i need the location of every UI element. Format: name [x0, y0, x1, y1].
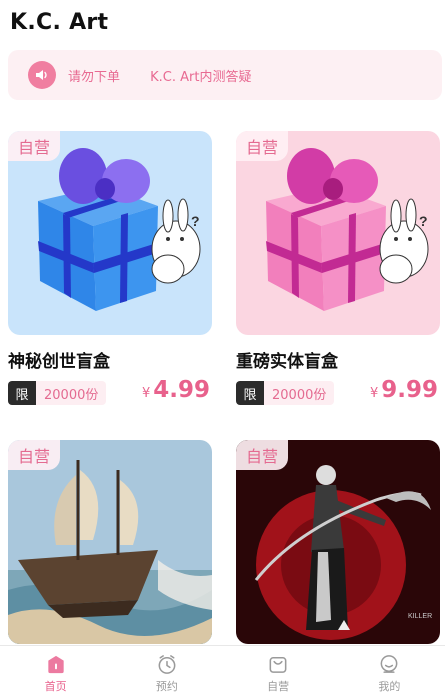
tab-label: 我的	[378, 680, 401, 693]
product-name: 神秘创世盲盒	[8, 352, 110, 372]
product-card[interactable]: ? 自营 神秘创世盲盒 限 20000份 ¥4.99	[8, 131, 212, 411]
tab-reserve[interactable]: 预约	[111, 646, 222, 694]
limit-quantity: 20000份	[36, 381, 107, 405]
notice-bar[interactable]: ē批，请勿下单 K.C. Art内测答疑	[8, 50, 442, 100]
notice-marquee: ē批，请勿下单 K.C. Art内测答疑	[68, 66, 428, 86]
self-operated-tag: 自营	[8, 440, 60, 470]
tab-label: 首页	[44, 680, 67, 693]
svg-text:?: ?	[419, 213, 428, 229]
price-value: 4.99	[153, 377, 210, 403]
product-price: ¥9.99	[370, 377, 438, 403]
product-card[interactable]: KILLER 自营	[236, 440, 440, 644]
product-price: ¥4.99	[142, 377, 210, 403]
product-name: 重磅实体盲盒	[236, 352, 338, 372]
limit-badge: 限	[236, 381, 264, 405]
limit-row: 限 20000份	[236, 381, 335, 405]
notice-message: ē批，请勿下单	[68, 70, 120, 85]
notice-message: K.C. Art内测答疑	[150, 70, 252, 85]
home-icon	[47, 655, 64, 674]
product-image[interactable]: 自营	[8, 440, 212, 644]
svg-text:?: ?	[191, 213, 200, 229]
product-card[interactable]: 自营	[8, 440, 212, 644]
self-operated-tag: 自营	[236, 440, 288, 470]
currency-symbol: ¥	[369, 386, 379, 401]
limit-quantity: 20000份	[264, 381, 335, 405]
product-image[interactable]: ? 自营	[236, 131, 440, 335]
clock-icon	[158, 655, 176, 674]
tab-self-operated[interactable]: 自营	[223, 646, 334, 694]
speaker-icon	[28, 61, 56, 89]
self-operated-tag: 自营	[236, 131, 288, 161]
limit-badge: 限	[8, 381, 36, 405]
limit-row: 限 20000份	[8, 381, 107, 405]
user-icon	[380, 655, 398, 673]
bag-icon	[269, 657, 287, 673]
product-card[interactable]: ? 自营 重磅实体盲盒 限 20000份 ¥9.99	[236, 131, 440, 411]
product-image[interactable]: KILLER 自营	[236, 440, 440, 644]
price-value: 9.99	[381, 377, 438, 403]
bottom-tab-bar: 首页 预约 自营 我的	[0, 645, 445, 694]
tab-home[interactable]: 首页	[0, 646, 111, 694]
tab-mine[interactable]: 我的	[334, 646, 445, 694]
tab-label: 预约	[155, 680, 178, 693]
artwork-caption: KILLER	[408, 613, 432, 620]
page-title: K.C. Art	[10, 10, 109, 35]
currency-symbol: ¥	[141, 386, 151, 401]
tab-label: 自营	[267, 680, 290, 693]
product-image[interactable]: ? 自营	[8, 131, 212, 335]
self-operated-tag: 自营	[8, 131, 60, 161]
